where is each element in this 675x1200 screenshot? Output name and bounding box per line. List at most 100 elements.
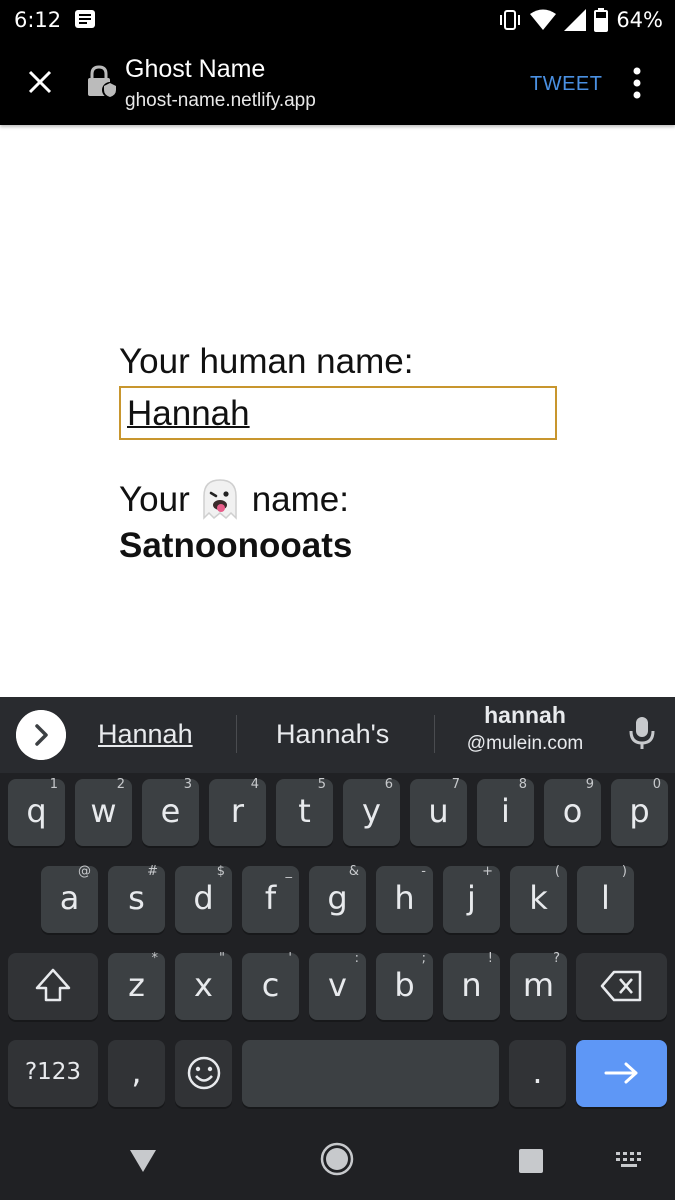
key-u[interactable]: u7 <box>410 777 467 846</box>
key-l-hint: ) <box>621 864 627 879</box>
back-icon[interactable] <box>128 1146 158 1176</box>
signal-icon <box>564 9 587 31</box>
ghost-name-form: Your human name: Hannah Your name: Satno… <box>119 340 559 566</box>
key-n-label: n <box>461 966 482 1004</box>
suggestion-email-name: hannah <box>484 702 566 728</box>
key-z-hint: * <box>151 951 159 966</box>
key-w-hint: 2 <box>116 777 125 792</box>
key-n[interactable]: n! <box>443 951 500 1020</box>
key-q[interactable]: q1 <box>8 777 65 846</box>
key-f-label: f <box>264 879 277 917</box>
key-v[interactable]: v: <box>309 951 366 1020</box>
symbols-key[interactable]: ?123 <box>8 1040 98 1107</box>
key-v-label: v <box>328 966 347 1004</box>
key-k[interactable]: k( <box>510 864 567 933</box>
browser-toolbar: Ghost Name ghost-name.netlify.app TWEET <box>0 42 675 125</box>
key-m[interactable]: m? <box>510 951 567 1020</box>
human-name-label: Your human name: <box>119 342 414 381</box>
key-n-hint: ! <box>487 951 493 966</box>
key-h[interactable]: h- <box>376 864 433 933</box>
space-key[interactable] <box>242 1040 499 1107</box>
key-m-label: m <box>522 966 555 1004</box>
page-url: ghost-name.netlify.app <box>125 90 316 111</box>
key-p[interactable]: p0 <box>611 777 668 846</box>
key-l[interactable]: l) <box>577 864 634 933</box>
more-options-icon[interactable] <box>625 65 649 101</box>
key-j-label: j <box>467 879 476 917</box>
key-q-hint: 1 <box>49 777 58 792</box>
human-name-input[interactable]: Hannah <box>119 386 557 440</box>
key-x-hint: " <box>219 951 225 966</box>
key-z[interactable]: z * <box>108 951 165 1020</box>
vibrate-icon <box>500 10 521 30</box>
key-g-label: g <box>327 879 348 917</box>
recents-icon[interactable] <box>518 1148 544 1174</box>
enter-key[interactable] <box>576 1040 667 1107</box>
key-i-label: i <box>501 792 510 830</box>
suggestion-email-domain: @mulein.com <box>466 733 584 754</box>
key-c[interactable]: c ' <box>242 951 299 1020</box>
key-s[interactable]: s # <box>108 864 165 933</box>
key-o-hint: 9 <box>585 777 594 792</box>
backspace-key[interactable] <box>576 953 667 1020</box>
key-c-hint: ' <box>288 951 292 966</box>
period-key-label: . <box>532 1053 543 1091</box>
on-screen-keyboard: Hannah Hannah's hannah @mulein.com q1w2e… <box>0 697 675 1128</box>
suggestion-email[interactable]: hannah @mulein.com <box>460 702 590 755</box>
key-a[interactable]: a @ <box>41 864 98 933</box>
key-e-hint: 3 <box>183 777 192 792</box>
key-w[interactable]: w2 <box>75 777 132 846</box>
emoji-key[interactable] <box>175 1040 232 1107</box>
human-name-value: Hannah <box>127 394 250 433</box>
keyboard-switcher-icon[interactable] <box>614 1150 644 1172</box>
suggestion-divider <box>236 715 237 753</box>
key-d-label: d <box>193 879 214 917</box>
ghost-name-label: Your name: <box>119 478 559 522</box>
expand-toolbar-icon[interactable] <box>16 710 66 760</box>
backspace-icon <box>600 970 641 1002</box>
key-e[interactable]: e3 <box>142 777 199 846</box>
close-icon[interactable] <box>22 64 58 100</box>
key-a-label: a <box>59 879 80 917</box>
key-y[interactable]: y6 <box>343 777 400 846</box>
wifi-icon <box>530 9 557 30</box>
suggestion-1[interactable]: Hannah <box>98 719 193 750</box>
shift-key[interactable] <box>8 953 98 1020</box>
key-b-hint: ; <box>421 951 426 966</box>
key-e-label: e <box>160 792 181 830</box>
key-t[interactable]: t5 <box>276 777 333 846</box>
key-o[interactable]: o9 <box>544 777 601 846</box>
comma-key-label: , <box>131 1053 142 1091</box>
key-s-hint: # <box>147 864 158 879</box>
ghost-name-result: Satnoonooats <box>119 526 353 565</box>
key-j[interactable]: j + <box>443 864 500 933</box>
key-k-label: k <box>529 879 548 917</box>
key-i[interactable]: i8 <box>477 777 534 846</box>
tweet-button[interactable]: TWEET <box>530 73 603 96</box>
period-key[interactable]: . <box>509 1040 566 1107</box>
key-r[interactable]: r4 <box>209 777 266 846</box>
ghost-label-prefix: Your <box>119 480 190 519</box>
ghost-emoji-icon <box>202 479 237 520</box>
suggestion-2[interactable]: Hannah's <box>276 719 389 750</box>
key-t-hint: 5 <box>317 777 326 792</box>
key-b-label: b <box>394 966 415 1004</box>
key-d-hint: $ <box>216 864 225 879</box>
key-g[interactable]: g & <box>309 864 366 933</box>
microphone-icon[interactable] <box>628 715 656 751</box>
key-j-hint: + <box>482 864 493 879</box>
emoji-icon <box>187 1056 220 1090</box>
key-f[interactable]: f _ <box>242 864 299 933</box>
key-d[interactable]: d $ <box>175 864 232 933</box>
home-icon[interactable] <box>320 1142 354 1176</box>
shift-icon <box>35 968 71 1002</box>
key-h-hint: - <box>421 864 426 879</box>
suggestion-strip: Hannah Hannah's hannah @mulein.com <box>0 697 675 773</box>
key-b[interactable]: b; <box>376 951 433 1020</box>
key-r-hint: 4 <box>250 777 259 792</box>
arrow-right-icon <box>604 1062 637 1084</box>
key-x[interactable]: x " <box>175 951 232 1020</box>
comma-key[interactable]: , <box>108 1040 165 1107</box>
key-h-label: h <box>394 879 415 917</box>
site-info-icon[interactable] <box>84 64 120 100</box>
